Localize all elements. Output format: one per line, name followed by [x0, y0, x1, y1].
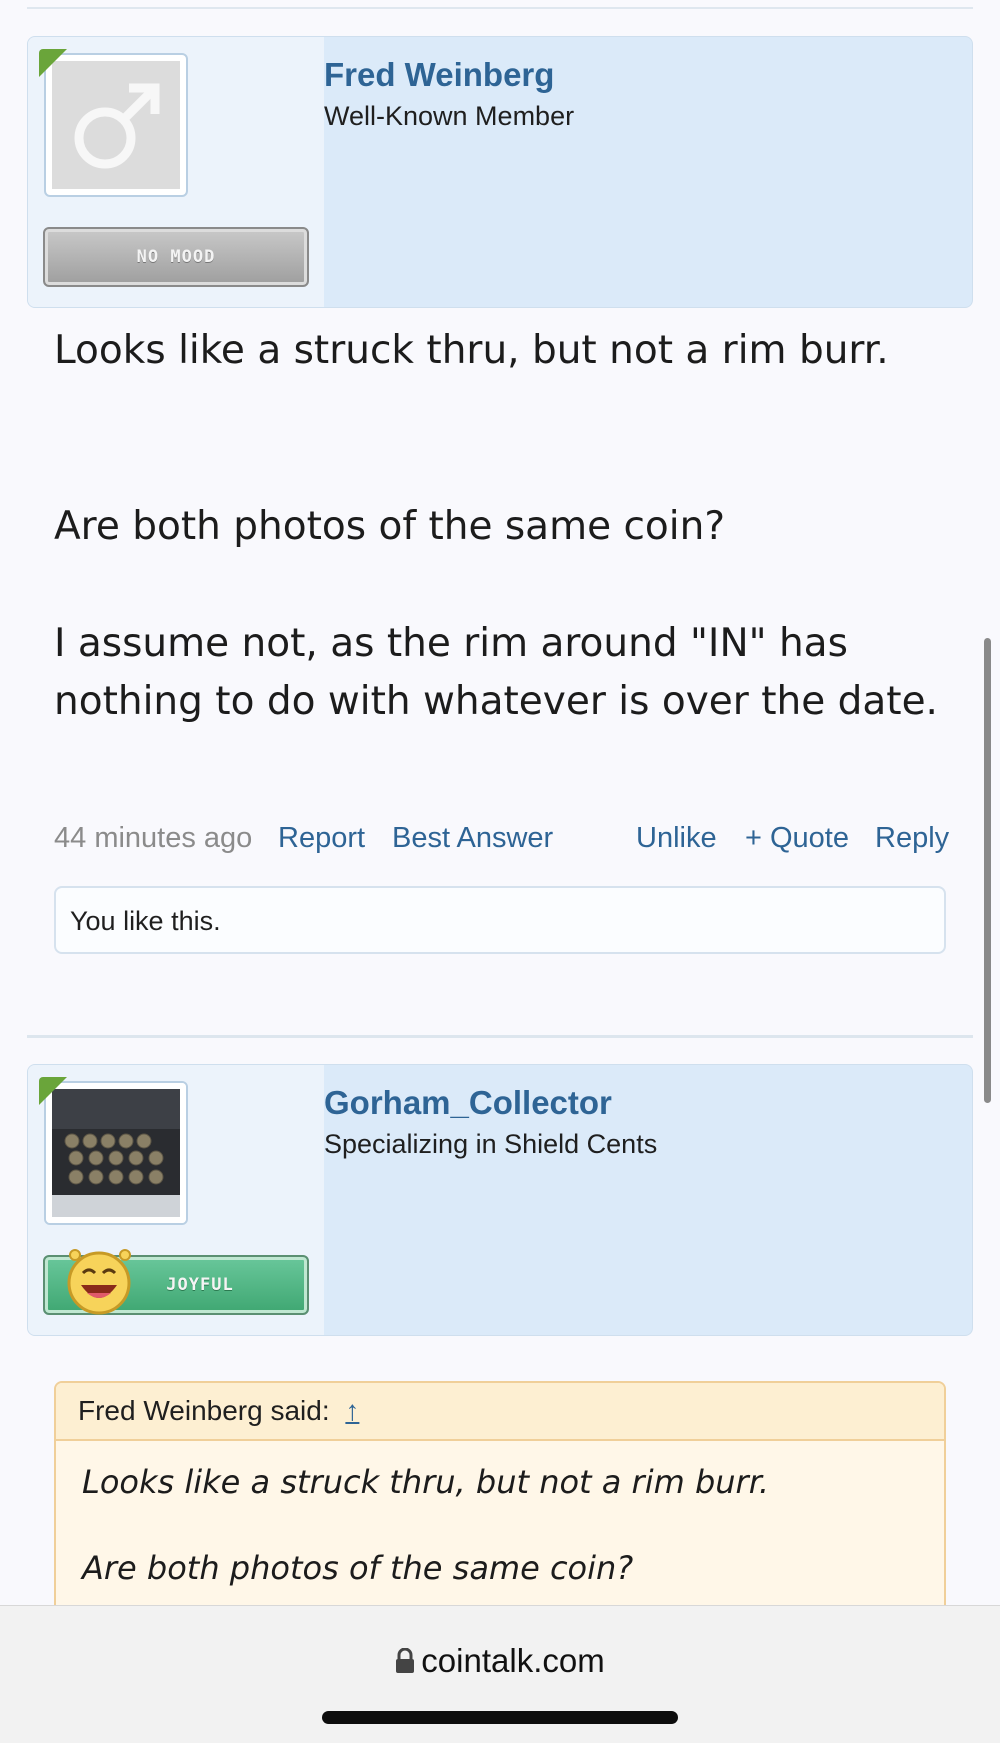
- post1-footer: 44 minutes ago Report Best Answer Unlike…: [54, 822, 949, 862]
- top-divider: [27, 7, 973, 9]
- post1-mood-badge[interactable]: NO MOOD: [43, 227, 309, 287]
- url-text: cointalk.com: [421, 1642, 605, 1679]
- post-timestamp[interactable]: 44 minutes ago: [54, 822, 252, 855]
- online-indicator: [39, 1077, 67, 1105]
- likes-summary: You like this.: [54, 886, 946, 954]
- quote-body: Looks like a struck thru, but not a rim …: [56, 1441, 944, 1619]
- post2-mood-badge[interactable]: JOYFUL: [43, 1249, 309, 1315]
- best-answer-link[interactable]: Best Answer: [392, 822, 553, 855]
- home-indicator[interactable]: [322, 1711, 678, 1724]
- post2-user-title: Specializing in Shield Cents: [324, 1129, 658, 1159]
- browser-bottom-bar: cointalk.com: [0, 1605, 1000, 1743]
- post1-userbar: NO MOOD Fred Weinberg Well-Known Member: [27, 36, 973, 308]
- quote-block: Fred Weinberg said: ↑ Looks like a struc…: [54, 1381, 946, 1621]
- quote-line-2: Are both photos of the same coin?: [82, 1549, 634, 1587]
- post2-userbar: JOYFUL Gorham_Collector Specializing in …: [27, 1064, 973, 1336]
- quote-link[interactable]: + Quote: [745, 822, 849, 855]
- quote-attribution: Fred Weinberg said:: [78, 1395, 330, 1426]
- mood-label: JOYFUL: [166, 1275, 234, 1295]
- jump-to-quote-icon[interactable]: ↑: [345, 1395, 359, 1426]
- lock-icon: [396, 1648, 415, 1673]
- online-indicator: [39, 49, 67, 77]
- mood-label: NO MOOD: [136, 247, 216, 267]
- report-link[interactable]: Report: [278, 822, 365, 855]
- likes-text: You like this.: [70, 906, 221, 936]
- quote-header: Fred Weinberg said: ↑: [56, 1383, 944, 1441]
- post-divider: [27, 1035, 973, 1038]
- post2-username[interactable]: Gorham_Collector: [324, 1084, 612, 1122]
- post1-user-title: Well-Known Member: [324, 101, 575, 131]
- unlike-link[interactable]: Unlike: [636, 822, 717, 855]
- joyful-smiley-icon: [67, 1249, 131, 1315]
- coin-case-photo: [46, 1083, 186, 1223]
- post1-paragraph-3: I assume not, as the rim around "IN" has…: [54, 621, 938, 724]
- male-symbol-icon: [74, 83, 160, 169]
- post1-username[interactable]: Fred Weinberg: [324, 56, 554, 94]
- post1-paragraph-1: Looks like a struck thru, but not a rim …: [54, 328, 889, 373]
- address-bar[interactable]: cointalk.com: [0, 1642, 1000, 1680]
- post1-paragraph-2: Are both photos of the same coin?: [54, 504, 726, 549]
- page-scrollbar[interactable]: [984, 638, 991, 1103]
- reply-link[interactable]: Reply: [875, 822, 949, 855]
- quote-line-1: Looks like a struck thru, but not a rim …: [82, 1463, 770, 1501]
